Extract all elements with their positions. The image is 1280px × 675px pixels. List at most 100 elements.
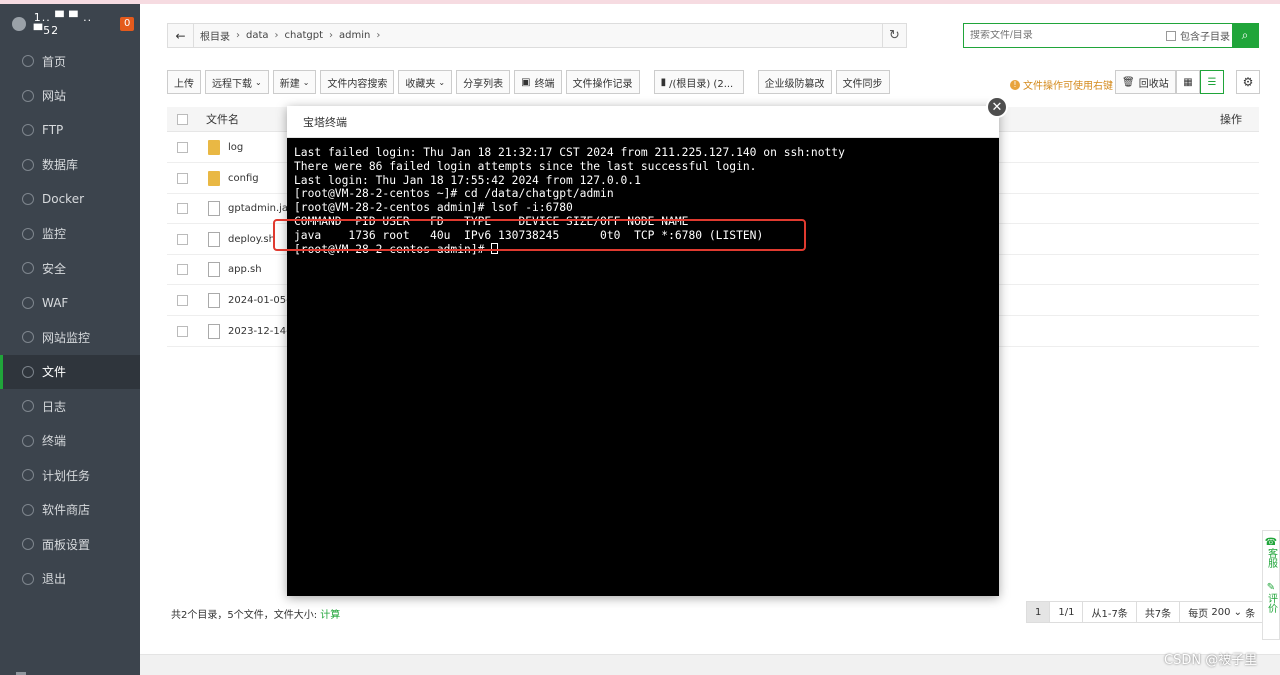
crumb-chatgpt[interactable]: chatgpt [279, 30, 330, 41]
review-icon: ✎ [1266, 582, 1276, 593]
search-input[interactable] [964, 30, 1154, 41]
sidebar-item[interactable]: 软件商店 [0, 493, 140, 528]
sidebar-item[interactable]: 网站监控 [0, 320, 140, 355]
share-list-button[interactable]: 分享列表 [456, 70, 511, 94]
refresh-icon[interactable]: ↻ [882, 24, 906, 47]
chevron-down-icon: ⌄ [255, 77, 262, 87]
row-checkbox[interactable] [177, 142, 188, 153]
sidebar-item-label: 退出 [42, 572, 67, 587]
floating-service-bar[interactable]: ☎ 客服 ✎ 评价 [1262, 530, 1280, 640]
sidebar-item[interactable]: 安全 [0, 251, 140, 286]
sidebar-item-label: 终端 [42, 434, 67, 449]
calc-size-link[interactable]: 计算 [320, 610, 340, 621]
remote-download-button[interactable]: 远程下载 ⌄ [205, 70, 269, 94]
tamper-button[interactable]: 企业级防篡改 [757, 70, 832, 94]
sidebar-item[interactable]: Docker [0, 182, 140, 217]
file-name[interactable]: gptadmin.jar [228, 203, 292, 214]
info-icon: ! [1010, 79, 1020, 90]
file-icon [208, 262, 220, 278]
file-name[interactable]: log [228, 142, 243, 153]
disk-icon: ▮ [660, 76, 667, 88]
file-name[interactable]: deploy.sh [228, 234, 275, 245]
row-checkbox[interactable] [177, 172, 188, 184]
terminal-button[interactable]: ▣ 终端 [514, 70, 562, 94]
op-log-button[interactable]: 文件操作记录 [565, 70, 640, 94]
sidebar-item[interactable]: 数据库 [0, 148, 140, 183]
sidebar-item-label: 数据库 [42, 158, 79, 173]
row-checkbox[interactable] [177, 325, 188, 337]
docker-icon [22, 193, 34, 206]
new-label: 新建 [279, 78, 300, 90]
chevron-down-icon: ⌄ [438, 77, 446, 87]
crumb-data[interactable]: data [240, 30, 275, 41]
terminal-line-text: There were 86 failed login attempts sinc… [294, 159, 757, 173]
page-total: 共7条 [1136, 601, 1181, 623]
crumb-root[interactable]: 根目录 [194, 28, 236, 43]
waf-icon [22, 296, 34, 309]
notification-badge[interactable]: 0 [120, 17, 134, 31]
row-checkbox[interactable] [177, 203, 188, 215]
sidebar-item-label: 首页 [42, 54, 67, 69]
row-checkbox[interactable] [177, 233, 188, 245]
favorites-button[interactable]: 收藏夹 ⌄ [398, 70, 453, 94]
sidebar-item[interactable]: 监控 [0, 217, 140, 252]
sidebar-item[interactable]: 计划任务 [0, 458, 140, 493]
sidebar-item[interactable]: 网站 [0, 79, 140, 114]
toolbar: 上传 远程下载 ⌄ 新建 ⌄ 文件内容搜索 收藏夹 ⌄ 分享列表 ▣ 终端 文件操作记录… [167, 70, 890, 94]
chevron-down-icon: ⌄ [1233, 606, 1243, 618]
new-button[interactable]: 新建 ⌄ [272, 70, 317, 94]
disk-button[interactable]: ▮/(根目录) (2... [653, 70, 744, 94]
row-checkbox[interactable] [177, 295, 188, 306]
crumb-admin[interactable]: admin [333, 30, 376, 41]
close-icon[interactable]: ✕ [986, 96, 1008, 118]
site-monitor-icon [22, 331, 34, 344]
sidebar-item[interactable]: 首页 [0, 44, 140, 79]
sidebar-item-label: 计划任务 [42, 468, 91, 483]
file-search: 包含子目录 ⌕ [963, 23, 1259, 48]
modal-title: 宝塔终端 [287, 106, 999, 138]
col-name[interactable]: 文件名 [206, 111, 239, 127]
content-search-button[interactable]: 文件内容搜索 [320, 70, 395, 94]
service-label: 客服 [1265, 548, 1277, 568]
sidebar-item[interactable]: 终端 [0, 424, 140, 459]
sidebar-item[interactable]: FTP [0, 113, 140, 148]
search-icon[interactable]: ⌕ [1232, 24, 1258, 47]
globe-icon [22, 89, 34, 102]
recycle-bin-button[interactable]: 🗑 回收站 [1115, 70, 1176, 94]
folder-icon [208, 170, 220, 186]
remote-download-label: 远程下载 [212, 78, 252, 90]
sidebar-item-label: 监控 [42, 227, 67, 242]
sidebar: 1.. ▀ ▀ .. ▀52 0 首页 网站 FTP 数据库 Docker 监控 安全 WAF… [0, 4, 140, 675]
back-arrow-icon[interactable]: ← [168, 24, 194, 47]
page-count: 1/1 [1050, 601, 1084, 623]
file-icon [208, 201, 220, 217]
pagination: 1 1/1 从1-7条 共7条 每页 200 ⌄ 条 [1026, 601, 1265, 623]
file-name[interactable]: app.sh [228, 264, 262, 275]
terminal-line-text: [root@VM-28-2-centos ~]# cd /data/chatgp… [294, 187, 614, 201]
tip-text: 文件操作可使用右键 [1023, 81, 1113, 92]
terminal-line-text: Last login: Thu Jan 18 17:55:42 2024 fro… [294, 173, 641, 187]
sidebar-item[interactable]: 文件 [0, 354, 140, 389]
sidebar-item[interactable]: 退出 [0, 562, 140, 597]
disk-label: /(根目录) (2... [669, 78, 734, 90]
row-checkbox[interactable] [177, 264, 188, 276]
sync-button[interactable]: 文件同步 [835, 70, 890, 94]
dir-summary: 共2个目录，5个文件，文件大小: 计算 [171, 606, 340, 621]
file-icon [208, 231, 220, 247]
upload-button[interactable]: 上传 [167, 70, 201, 94]
view-toggle: ▦ ☰ [1176, 70, 1224, 94]
sidebar-item[interactable]: WAF [0, 286, 140, 321]
list-view-icon[interactable]: ☰ [1200, 70, 1224, 94]
favorites-label: 收藏夹 [405, 78, 436, 90]
file-name[interactable]: config [228, 173, 259, 184]
sidebar-item[interactable]: 日志 [0, 389, 140, 424]
select-all-checkbox[interactable] [177, 113, 188, 125]
sidebar-item[interactable]: 面板设置 [0, 527, 140, 562]
terminal-line: [root@VM-28-2-centos ~]# cd /data/chatgp… [294, 187, 992, 201]
subdir-checkbox[interactable] [1166, 30, 1176, 41]
grid-view-icon[interactable]: ▦ [1176, 70, 1200, 94]
gear-icon[interactable]: ⚙ [1236, 70, 1260, 94]
per-page-select[interactable]: 每页 200 ⌄ 条 [1180, 601, 1265, 623]
clock-icon [22, 469, 34, 482]
page-current[interactable]: 1 [1026, 601, 1051, 623]
